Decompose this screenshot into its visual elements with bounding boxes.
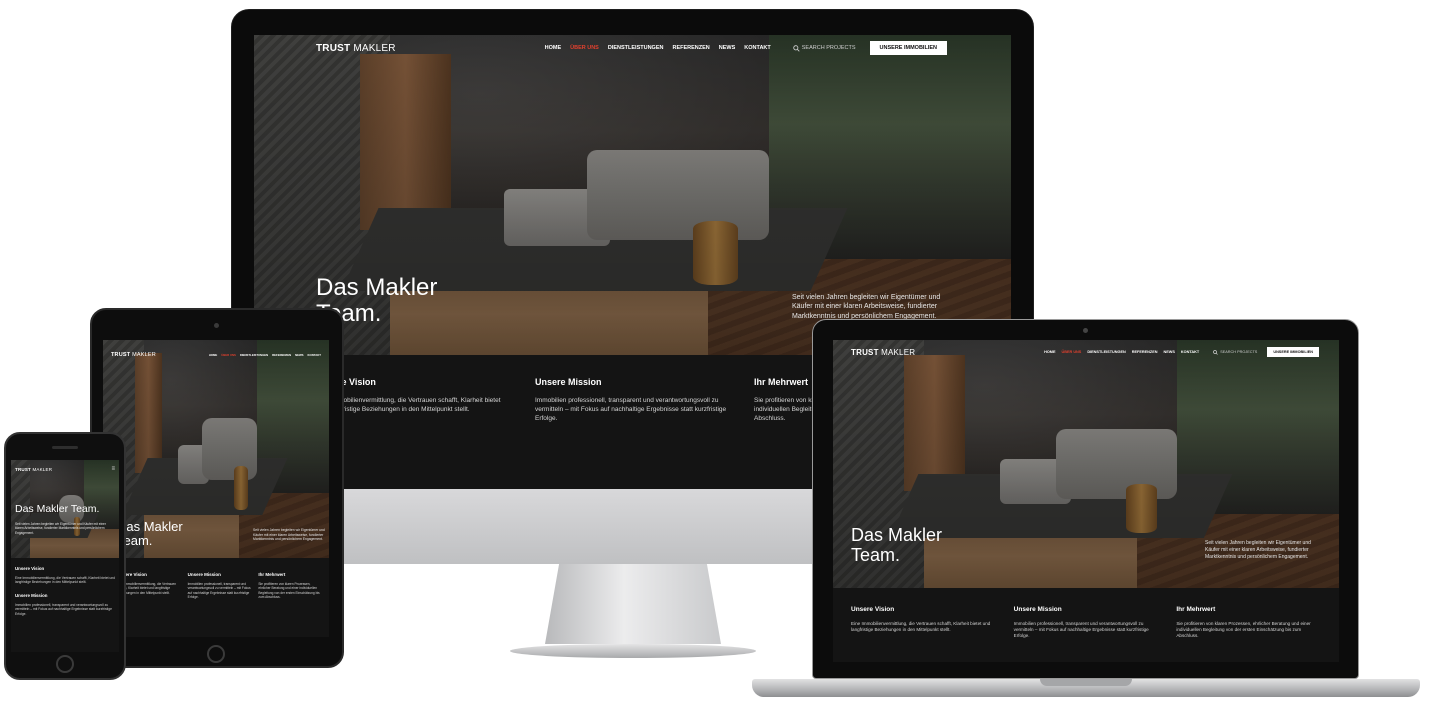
ipad-home-button [207,645,225,663]
feature-band: Unsere Vision Eine Immobilienvermittlung… [833,588,1339,662]
iphone-home-button [56,655,74,673]
feature-mission: Unsere Mission Immobilien professionell,… [187,572,251,599]
feature-mehrwert: Ihr Mehrwert Sie profitieren von klaren … [1176,606,1311,639]
iphone-speaker [52,446,78,449]
imac-stand-foot [510,644,756,658]
unsere-immobilien-button[interactable]: UNSERE IMMOBILIEN [1267,347,1319,357]
site-logo[interactable]: TRUST MAKLER [15,467,52,472]
site-logo[interactable]: TRUST MAKLER [111,352,156,358]
nav-news[interactable]: NEWS [295,353,303,357]
nav-ueber-uns[interactable]: ÜBER UNS [570,45,599,51]
feature-vision: Unsere Vision Eine Immobilienvermittlung… [851,606,991,633]
site-logo[interactable]: TRUST MAKLER [851,348,915,357]
nav-referenzen[interactable]: REFERENZEN [672,45,709,51]
hero-intro-text: Seit vielen Jahren begleiten wir Eigentü… [253,528,325,542]
macbook-website: TRUST MAKLER HOME ÜBER UNS DIENSTLEISTUN… [833,340,1339,662]
feature-mission: Unsere Mission Immobilien professionell,… [15,592,112,616]
feature-mission: Unsere Mission Immobilien professionell,… [1013,606,1149,639]
nav-news[interactable]: NEWS [719,45,736,51]
hero-intro-text: Seit vielen Jahren begleiten wir Eigentü… [1205,540,1311,560]
nav-dienstleistungen[interactable]: DIENSTLEISTUNGEN [240,353,268,357]
nav-dienstleistungen[interactable]: DIENSTLEISTUNGEN [608,45,664,51]
nav-kontakt[interactable]: KONTAKT [744,45,770,51]
unsere-immobilien-button[interactable]: UNSERE IMMOBILIEN [869,41,947,55]
nav-ueber-uns[interactable]: ÜBER UNS [221,353,236,357]
search-icon [1213,349,1218,355]
feature-mehrwert: Ihr Mehrwert Sie profitieren von klaren … [258,572,320,599]
search-icon [793,44,800,52]
nav-home[interactable]: HOME [545,45,562,51]
macbook-camera [1083,328,1088,333]
site-logo[interactable]: TRUST MAKLER [316,43,396,54]
hero-intro-text: Seit vielen Jahren begleiten wir Eigentü… [792,294,941,320]
feature-mission: Unsere Mission Immobilien professionell,… [535,377,727,422]
nav-kontakt[interactable]: KONTAKT [308,353,321,357]
hero-title: Das Makler Team. [15,503,100,515]
nav-referenzen[interactable]: REFERENZEN [272,353,291,357]
main-navigation: HOME ÜBER UNS DIENSTLEISTUNGEN REFERENZE… [1044,347,1319,357]
macbook-notch [1040,679,1132,686]
hero-title: Das Makler Team. [117,519,183,549]
ipad-camera [214,323,219,328]
search-projects-link[interactable]: SEARCH PROJECTS [793,44,856,52]
feature-stack: Unsere Vision Eine Immobilienvermittlung… [11,558,119,652]
hero-section: TRUST MAKLER HOME ÜBER UNS DIENSTLEISTUN… [254,35,1011,355]
main-navigation: HOME ÜBER UNS DIENSTLEISTUNGEN REFERENZE… [545,41,947,55]
hero-section: TRUST MAKLER ≡ Das Makler Team. Seit vie… [11,460,119,558]
hero-title: Das Makler Team. [851,525,943,565]
feature-band: Unsere Vision Eine Immobilienvermittlung… [103,558,329,637]
hero-intro-text: Seit vielen Jahren begleiten wir Eigentü… [15,522,106,535]
ipad-website: TRUST MAKLER HOME ÜBER UNS DIENSTLEISTUN… [103,340,329,637]
nav-home[interactable]: HOME [1044,350,1055,354]
nav-home[interactable]: HOME [209,353,217,357]
hamburger-menu-icon[interactable]: ≡ [111,466,115,472]
nav-kontakt[interactable]: KONTAKT [1181,350,1199,354]
nav-ueber-uns[interactable]: ÜBER UNS [1062,350,1082,354]
feature-vision: Unsere Vision Eine Immobilienvermittlung… [15,566,115,585]
nav-referenzen[interactable]: REFERENZEN [1132,350,1158,354]
main-navigation: HOME ÜBER UNS DIENSTLEISTUNGEN REFERENZE… [209,353,321,357]
feature-vision: Unsere Vision Eine Immobilienvermittlung… [316,377,501,413]
nav-dienstleistungen[interactable]: DIENSTLEISTUNGEN [1087,350,1125,354]
imac-stand [545,564,721,644]
iphone-website: TRUST MAKLER ≡ Das Makler Team. Seit vie… [11,460,119,652]
feature-vision: Unsere Vision Eine Immobilienvermittlung… [117,572,176,595]
hero-section: TRUST MAKLER HOME ÜBER UNS DIENSTLEISTUN… [833,340,1339,588]
nav-news[interactable]: NEWS [1164,350,1175,354]
search-projects-link[interactable]: SEARCH PROJECTS [1213,349,1257,355]
hero-section: TRUST MAKLER HOME ÜBER UNS DIENSTLEISTUN… [103,340,329,558]
